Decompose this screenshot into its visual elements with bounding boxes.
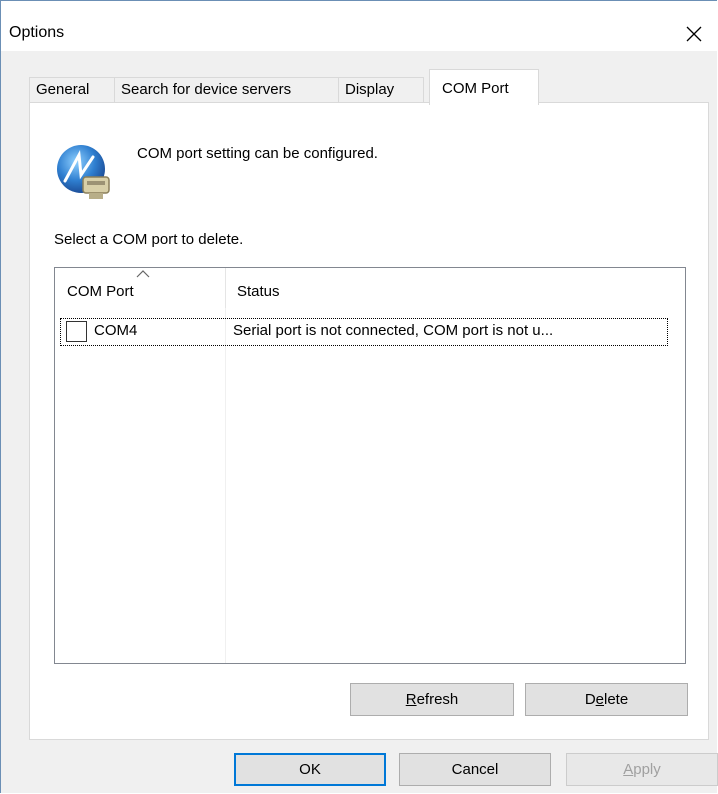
delete-button[interactable]: De lete — [525, 683, 688, 716]
com-port-list[interactable]: COM Port Status COM4 Serial port is not … — [54, 267, 686, 664]
tab-display[interactable]: Display — [338, 77, 424, 103]
tab-panel-com-port: COM port setting can be configured. Sele… — [29, 102, 709, 740]
close-icon — [686, 26, 702, 42]
delete-accel: e — [595, 691, 604, 708]
refresh-accel: R — [405, 691, 417, 708]
row-status: Serial port is not connected, COM port i… — [233, 322, 554, 339]
com-port-app-icon — [57, 145, 110, 199]
column-header-com-port[interactable]: COM Port — [55, 268, 226, 308]
column-header-status[interactable]: Status — [225, 268, 685, 308]
delete-label-rest: lete — [604, 691, 629, 708]
tab-com-port[interactable]: COM Port — [429, 69, 539, 105]
column-header-label: COM Port — [67, 283, 134, 300]
refresh-button[interactable]: Refresh — [350, 683, 514, 716]
apply-button[interactable]: Apply — [566, 753, 718, 786]
sort-ascending-icon — [136, 270, 150, 278]
tab-search-for-device-servers[interactable]: Search for device servers — [114, 77, 339, 103]
row-com-port: COM4 — [94, 322, 138, 339]
column-divider — [225, 308, 226, 663]
apply-accel: A — [623, 761, 634, 778]
list-header: COM Port Status — [55, 268, 685, 308]
close-button[interactable] — [671, 17, 717, 51]
column-header-label: Status — [237, 283, 280, 300]
delete-label-pre: D — [584, 691, 596, 708]
ok-button[interactable]: OK — [234, 753, 386, 786]
tab-general[interactable]: General — [29, 77, 115, 103]
refresh-label: efresh — [416, 691, 459, 708]
instruction-label: Select a COM port to delete. — [54, 231, 244, 248]
intro-text: COM port setting can be configured. — [137, 145, 378, 162]
options-dialog: Options General Search for device server… — [0, 0, 718, 793]
apply-label: pply — [633, 761, 661, 778]
title-bar: Options — [1, 1, 717, 51]
cancel-button[interactable]: Cancel — [399, 753, 551, 786]
list-item[interactable]: COM4 Serial port is not connected, COM p… — [60, 318, 668, 346]
window-title: Options — [9, 24, 65, 41]
row-checkbox[interactable] — [66, 321, 87, 342]
